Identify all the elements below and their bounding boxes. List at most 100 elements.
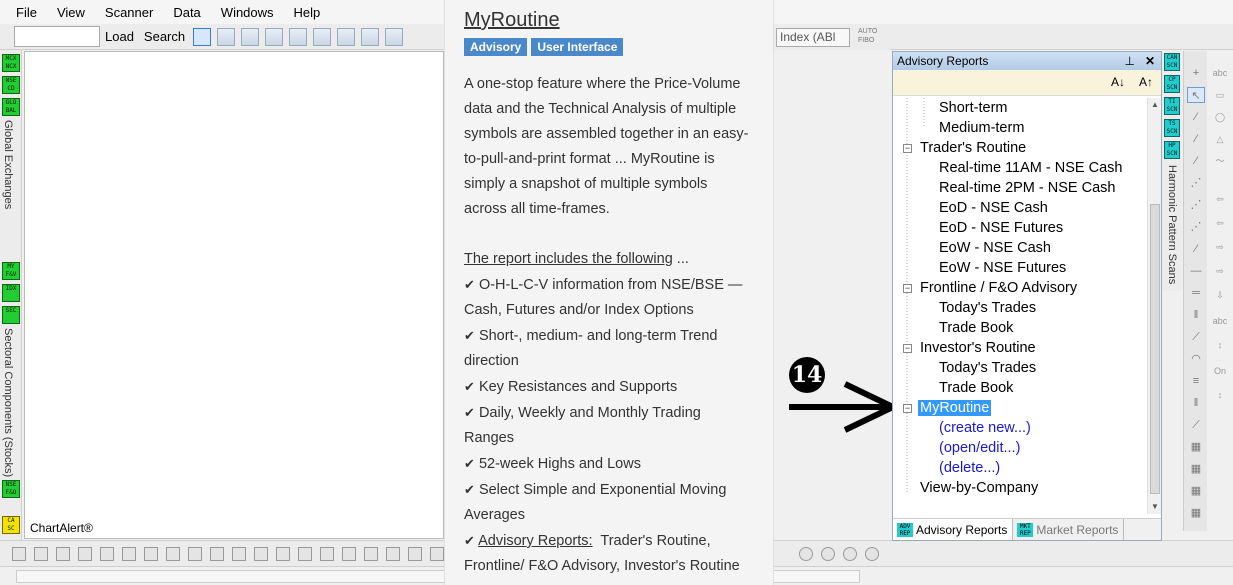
arrow-left-icon[interactable]: ⇦ <box>1210 215 1230 231</box>
tag-advisory[interactable]: Advisory <box>464 38 528 56</box>
tree-scrollbar[interactable]: ▲ ▼ <box>1147 98 1161 514</box>
pattern-icon[interactable]: ⋰ <box>1187 219 1205 235</box>
menu-view[interactable]: View <box>47 5 95 20</box>
bar-type-icon[interactable] <box>122 546 136 561</box>
ellipse-icon[interactable]: ◯ <box>1210 109 1230 125</box>
arrow-left-icon[interactable]: ⇦ <box>1210 191 1230 207</box>
ts-scn-badge[interactable]: TS SCN <box>1164 119 1180 137</box>
grid-icon[interactable]: ▦ <box>1187 461 1205 477</box>
symbol-input[interactable] <box>14 26 100 47</box>
network-icon[interactable] <box>361 27 380 46</box>
cp-scn-badge[interactable]: CP SCN <box>1164 75 1180 93</box>
bar-type-icon[interactable] <box>232 546 246 561</box>
vlines-icon[interactable]: ‖ <box>1187 307 1205 323</box>
search-button[interactable]: Search <box>139 29 190 44</box>
gann-icon[interactable]: ⟋ <box>1187 417 1205 433</box>
scroll-thumb[interactable] <box>1150 204 1160 494</box>
arrow-right-icon[interactable]: ⇨ <box>1210 263 1230 279</box>
tree-node-todays-trades[interactable]: Today's Trades <box>939 360 1036 376</box>
tree-node-view-by-company[interactable]: View-by-Company <box>920 480 1038 496</box>
harmonic-pattern-scans-label[interactable]: Harmonic Pattern Scans <box>1166 165 1178 284</box>
tree-node-myroutine[interactable]: MyRoutine <box>918 400 992 416</box>
my-fv-badge[interactable]: MY F&V <box>2 262 20 280</box>
trendline-icon[interactable]: ⁄ <box>1187 109 1205 125</box>
tree-node-traders-routine[interactable]: Trader's Routine <box>920 140 1026 156</box>
channel-icon[interactable]: ═ <box>1187 285 1205 301</box>
auto-fibo-icon[interactable]: AUTO FIBO <box>858 27 880 47</box>
idx-badge[interactable]: IDX <box>2 284 20 302</box>
menu-file[interactable]: File <box>6 5 47 20</box>
bar-type-icon[interactable] <box>408 546 422 561</box>
bar-type-icon[interactable] <box>144 546 158 561</box>
chart-area[interactable] <box>24 51 444 539</box>
bar-type-icon[interactable] <box>100 546 114 561</box>
scale-icon[interactable] <box>12 546 26 561</box>
bar-type-icon[interactable] <box>254 546 268 561</box>
bar-type-icon[interactable] <box>386 546 400 561</box>
abc-icon[interactable]: abc <box>1210 313 1230 329</box>
pin-icon[interactable]: ⊥ <box>1125 52 1135 70</box>
global-badge[interactable]: GLO BAL <box>2 98 20 116</box>
bar-type-icon[interactable] <box>364 546 378 561</box>
vlines-icon[interactable]: ‖ <box>1187 395 1205 411</box>
scale-icon[interactable] <box>34 546 48 561</box>
mcx-ncx-badge[interactable]: MCX NCX <box>2 54 20 72</box>
zoom-out-icon[interactable] <box>821 546 835 561</box>
scroll-down-icon[interactable]: ▼ <box>1151 502 1159 511</box>
load-button[interactable]: Load <box>100 29 139 44</box>
chart-mode-icon[interactable] <box>193 27 212 46</box>
tree-node-eow-futures[interactable]: EoW - NSE Futures <box>939 260 1066 276</box>
tree-node-eow-cash[interactable]: EoW - NSE Cash <box>939 240 1051 256</box>
ti-scn-badge[interactable]: TI SCN <box>1164 97 1180 115</box>
collapse-icon[interactable]: − <box>903 144 912 153</box>
sec-badge[interactable]: SEC <box>2 306 20 324</box>
global-exchanges-label[interactable]: Global Exchanges <box>2 120 14 209</box>
tab-advisory-reports[interactable]: ADV REP Advisory Reports <box>893 519 1014 540</box>
hline-icon[interactable]: — <box>1187 263 1205 279</box>
fib-icon[interactable]: ≡ <box>1187 373 1205 389</box>
bar-type-icon[interactable] <box>320 546 334 561</box>
bar-type-icon[interactable] <box>166 546 180 561</box>
print-icon[interactable] <box>241 27 260 46</box>
template-icon[interactable] <box>337 27 356 46</box>
tree-node-medium-term[interactable]: Medium-term <box>939 120 1024 136</box>
hp-scn-badge[interactable]: HP SCN <box>1164 141 1180 159</box>
trendline-icon[interactable]: ⁄ <box>1187 153 1205 169</box>
scroll-up-icon[interactable]: ▲ <box>1151 100 1159 109</box>
tab-market-reports[interactable]: MKT REP Market Reports <box>1013 519 1125 540</box>
triangle-icon[interactable]: △ <box>1210 131 1230 147</box>
bar-type-icon[interactable] <box>430 546 444 561</box>
ruler-icon[interactable]: ↕ <box>1210 387 1230 403</box>
nse-fo-badge[interactable]: NSE F&O <box>2 480 20 498</box>
bar-type-icon[interactable] <box>188 546 202 561</box>
tree-node-create-new[interactable]: (create new...) <box>939 420 1031 436</box>
can-scn-badge[interactable]: CAN SCN <box>1164 53 1180 71</box>
ruler-icon[interactable]: ↕ <box>1210 337 1230 353</box>
tree-node-delete[interactable]: (delete...) <box>939 460 1000 476</box>
print-preview-icon[interactable] <box>265 27 284 46</box>
refresh-icon[interactable] <box>865 546 879 561</box>
ca-sc-badge[interactable]: CA SC <box>2 516 20 534</box>
menu-scanner[interactable]: Scanner <box>95 5 163 20</box>
connect-icon[interactable] <box>385 27 404 46</box>
tree-node-realtime-2pm[interactable]: Real-time 2PM - NSE Cash <box>939 180 1115 196</box>
tree-node-frontline-fo[interactable]: Frontline / F&O Advisory <box>920 280 1077 296</box>
tree-node-trade-book[interactable]: Trade Book <box>939 380 1013 396</box>
bar-type-icon[interactable] <box>210 546 224 561</box>
bar-type-icon[interactable] <box>298 546 312 561</box>
grid-icon[interactable]: ▦ <box>1187 483 1205 499</box>
tree-node-todays-trades[interactable]: Today's Trades <box>939 300 1036 316</box>
fan-icon[interactable]: ⟋ <box>1187 329 1205 345</box>
menu-help[interactable]: Help <box>284 5 331 20</box>
zoom-fit-icon[interactable] <box>799 546 813 561</box>
line-icon[interactable]: ⁄ <box>1187 241 1205 257</box>
pattern-icon[interactable]: ⋰ <box>1187 197 1205 213</box>
collapse-icon[interactable]: − <box>903 284 912 293</box>
popup-title[interactable]: MyRoutine <box>464 9 753 32</box>
menu-windows[interactable]: Windows <box>211 5 284 20</box>
tree-node-open-edit[interactable]: (open/edit...) <box>939 440 1020 456</box>
zoom-in-icon[interactable] <box>843 546 857 561</box>
nse-cd-badge[interactable]: NSE CD <box>2 76 20 94</box>
tree-node-investors-routine[interactable]: Investor's Routine <box>920 340 1036 356</box>
bar-type-icon[interactable] <box>276 546 290 561</box>
